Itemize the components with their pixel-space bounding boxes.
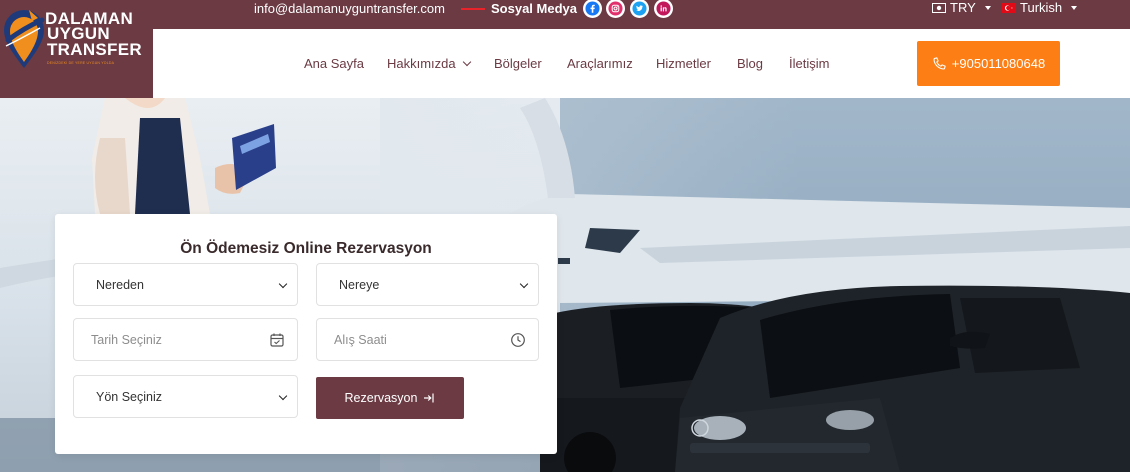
direction-select[interactable]: Yön Seçiniz xyxy=(73,375,298,418)
chevron-down-icon xyxy=(519,279,529,289)
chevron-down-icon xyxy=(278,391,288,401)
main-navigation: Ana Sayfa Hakkımızda Bölgeler Araçlarımı… xyxy=(153,29,1130,98)
chevron-down-icon xyxy=(462,57,471,67)
language-dropdown[interactable]: Turkish xyxy=(1002,0,1078,15)
booking-form-title: Ön Ödemesiz Online Rezervasyon xyxy=(180,240,432,257)
banknote-icon xyxy=(932,2,946,13)
currency-dropdown[interactable]: TRY xyxy=(932,0,991,15)
direction-value: Yön Seçiniz xyxy=(96,389,163,404)
booking-form-card: Ön Ödemesiz Online Rezervasyon Nereden N… xyxy=(55,214,557,454)
phone-number: +905011080648 xyxy=(951,56,1046,71)
top-bar: info@dalamanuyguntransfer.com Sosyal Med… xyxy=(0,0,1130,29)
site-logo[interactable]: DALAMAN UYGUN TRANSFER DENİZDEKİ DE YERE… xyxy=(0,0,153,98)
calendar-icon xyxy=(270,333,284,347)
logo-text-line2: UYGUN xyxy=(47,24,110,43)
nav-item-blog[interactable]: Blog xyxy=(737,57,763,71)
turkey-flag-icon xyxy=(1002,2,1016,13)
clock-icon xyxy=(511,333,525,347)
time-placeholder: Alış Saati xyxy=(334,332,387,347)
reservation-button-label: Rezervasyon xyxy=(344,391,418,405)
contact-email-link[interactable]: info@dalamanuyguntransfer.com xyxy=(254,0,445,17)
nav-item-araclarimiz[interactable]: Araçlarımız xyxy=(567,57,633,71)
from-location-value: Nereden xyxy=(96,277,144,292)
nav-item-ana-sayfa[interactable]: Ana Sayfa xyxy=(304,57,364,71)
divider-line xyxy=(461,8,485,10)
logo-tagline: DENİZDEKİ DE YERE UYGUN YOLDA xyxy=(47,61,115,65)
nav-item-hizmetler[interactable]: Hizmetler xyxy=(656,57,711,71)
language-label: Turkish xyxy=(1020,0,1063,15)
date-placeholder: Tarih Seçiniz xyxy=(91,332,162,347)
from-location-select[interactable]: Nereden xyxy=(73,263,298,306)
to-location-value: Nereye xyxy=(339,277,380,292)
phone-icon xyxy=(933,56,946,70)
date-picker-input[interactable]: Tarih Seçiniz xyxy=(73,318,298,361)
nav-item-hakkimizda[interactable]: Hakkımızda xyxy=(387,56,471,71)
to-location-select[interactable]: Nereye xyxy=(316,263,539,306)
logo-text-line3: TRANSFER xyxy=(47,40,142,59)
facebook-icon[interactable] xyxy=(583,0,602,18)
linkedin-icon[interactable] xyxy=(654,0,673,18)
chevron-down-icon xyxy=(1071,5,1078,10)
nav-item-bolgeler[interactable]: Bölgeler xyxy=(494,57,542,71)
reservation-submit-button[interactable]: Rezervasyon xyxy=(316,377,464,419)
chevron-down-icon xyxy=(984,5,991,10)
sign-in-arrow-icon xyxy=(424,393,435,403)
twitter-icon[interactable] xyxy=(630,0,649,18)
nav-item-label: Hakkımızda xyxy=(387,56,456,71)
location-pin-logo-icon xyxy=(4,10,45,68)
nav-item-iletisim[interactable]: İletişim xyxy=(789,57,829,71)
instagram-icon[interactable] xyxy=(606,0,625,18)
pickup-time-input[interactable]: Alış Saati xyxy=(316,318,539,361)
currency-label: TRY xyxy=(950,0,976,15)
chevron-down-icon xyxy=(278,279,288,289)
phone-call-button[interactable]: +905011080648 xyxy=(917,41,1060,86)
social-media-label: Sosyal Medya xyxy=(491,1,577,16)
